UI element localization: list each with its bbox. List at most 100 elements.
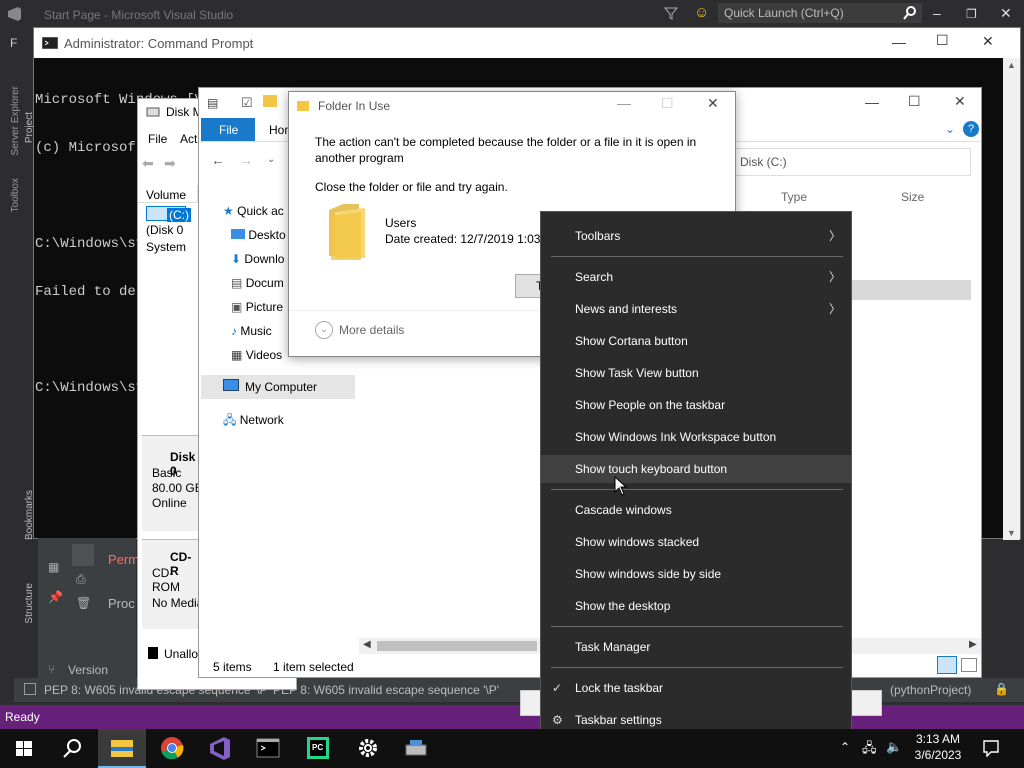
chevron-down-icon[interactable]: ⌄ [315, 321, 333, 339]
print-icon[interactable]: ⎙ [76, 572, 86, 587]
more-details-link[interactable]: More details [339, 323, 404, 337]
ribbon-tab-file[interactable]: File [201, 118, 255, 141]
recent-locations-chevron-icon[interactable]: ⌄ [267, 154, 275, 165]
pycharm-structure-tab[interactable]: Structure [24, 583, 35, 624]
file-explorer-icon[interactable] [98, 729, 146, 768]
help-icon[interactable]: ? [963, 121, 979, 137]
network-icon[interactable]: 🖧 [862, 739, 877, 761]
toolbox-tab[interactable]: Toolbox [10, 178, 21, 212]
nav-documents[interactable]: ▤ Docum [231, 276, 284, 290]
search-icon[interactable] [903, 6, 917, 20]
properties-check-icon[interactable]: ☑ [241, 95, 253, 111]
menu-item-task-manager[interactable]: Task Manager [541, 633, 851, 661]
feedback-smile-icon[interactable]: ☺ [694, 4, 709, 21]
ribbon-expand-chevron-icon[interactable]: ⌄ [945, 122, 955, 136]
scroll-right-icon[interactable]: ▶ [969, 639, 977, 650]
menu-item-lock-taskbar[interactable]: ✓ Lock the taskbar [541, 674, 851, 702]
scroll-up-icon[interactable]: ▲ [1007, 60, 1016, 70]
scroll-thumb[interactable] [377, 641, 537, 651]
volume-row-c[interactable]: (C:) [146, 206, 191, 222]
cmd-maximize-button[interactable]: ☐ [936, 32, 949, 49]
nav-downloads[interactable]: ⬇ Downlo [231, 252, 284, 266]
menu-item-show-touch-keyboard[interactable]: Show touch keyboard button [541, 455, 851, 483]
volume-icon[interactable]: 🔈 [886, 739, 902, 755]
nav-music[interactable]: ♪ Music [231, 324, 272, 338]
dialog-close-button[interactable]: ✕ [707, 95, 719, 112]
dm-menu-file[interactable]: File [148, 132, 167, 146]
start-button[interactable] [0, 729, 48, 768]
chrome-icon[interactable] [148, 729, 196, 768]
dialog-minimize-button[interactable]: — [617, 95, 631, 111]
large-icons-view-icon[interactable] [961, 658, 977, 672]
menu-item-toolbars[interactable]: Toolbars 〉 [541, 222, 851, 250]
details-view-icon[interactable] [937, 656, 957, 674]
nav-my-computer[interactable]: My Computer [201, 375, 355, 399]
menu-item-show-cortana-button[interactable]: Show Cortana button [541, 327, 851, 355]
nav-videos[interactable]: ▦ Videos [231, 348, 282, 362]
lock-icon[interactable]: 🔒 [994, 682, 1009, 696]
dialog-maximize-button[interactable]: ☐ [661, 95, 674, 112]
cmd-close-button[interactable]: ✕ [982, 33, 994, 50]
vs-menu-stub[interactable]: F [10, 36, 17, 50]
nav-desktop[interactable]: Deskto [231, 228, 286, 242]
python-interpreter[interactable]: (pythonProject) [890, 683, 971, 697]
back-arrow-icon[interactable]: ⬅ [142, 155, 154, 172]
nav-pictures[interactable]: ▣ Picture [231, 300, 283, 314]
explorer-minimize-button[interactable]: — [865, 94, 879, 110]
pycharm-icon[interactable]: PC [294, 729, 342, 768]
volume-row-disk0[interactable]: (Disk 0 [146, 223, 183, 237]
nav-forward-icon[interactable]: → [239, 152, 253, 168]
vs-restore-button[interactable]: ❐ [966, 7, 977, 21]
address-bar[interactable]: Disk (C:) [735, 148, 971, 176]
layout-icon[interactable]: ▦ [48, 560, 59, 574]
dm-menu-action[interactable]: Acti [180, 132, 200, 146]
nav-back-icon[interactable]: ← [211, 152, 225, 168]
quick-launch-input[interactable]: Quick Launch (Ctrl+Q) [718, 3, 922, 23]
server-explorer-tab[interactable]: Server Explorer [10, 86, 21, 155]
scroll-left-icon[interactable]: ◀ [363, 639, 371, 650]
command-prompt-icon[interactable] [244, 729, 292, 768]
cdrom-info[interactable]: CD-R CD-ROM No Media [142, 539, 203, 629]
explorer-qat-icon[interactable]: ▤ [207, 96, 218, 110]
menu-item-show-windows-stacked[interactable]: Show windows stacked [541, 528, 851, 556]
vs-close-button[interactable]: ✕ [1000, 5, 1012, 22]
visual-studio-icon[interactable] [196, 729, 244, 768]
cmd-scrollbar[interactable]: ▲ ▼ [1003, 58, 1020, 540]
trash-icon[interactable]: 🗑 [76, 596, 91, 610]
users-folder-icon [329, 204, 365, 260]
scroll-down-icon[interactable]: ▼ [1007, 528, 1016, 538]
explorer-close-button[interactable]: ✕ [954, 93, 966, 110]
scroll-to-end-icon[interactable] [72, 544, 94, 566]
submenu-arrow-icon: 〉 [828, 302, 841, 316]
nav-network[interactable]: 🖧 Network [223, 411, 284, 432]
settings-icon[interactable] [344, 729, 392, 768]
menu-item-show-people[interactable]: Show People on the taskbar [541, 391, 851, 419]
disk0-info[interactable]: Disk 0 Basic 80.00 GB Online [142, 435, 203, 531]
taskbar-clock[interactable]: 3:13 AM 3/6/2023 [906, 731, 970, 763]
volume-row-system[interactable]: System [146, 240, 186, 254]
menu-item-show-windows-side-by-side[interactable]: Show windows side by side [541, 560, 851, 588]
status-toggle-icon[interactable] [24, 683, 36, 695]
column-type[interactable]: Type [781, 190, 807, 204]
menu-item-cascade-windows[interactable]: Cascade windows [541, 496, 851, 524]
forward-arrow-icon[interactable]: ➡ [164, 155, 176, 172]
dm-column-volume[interactable]: Volume [138, 185, 198, 203]
menu-item-news-and-interests[interactable]: News and interests 〉 [541, 295, 851, 323]
action-center-icon[interactable] [982, 739, 1000, 757]
menu-item-search[interactable]: Search 〉 [541, 263, 851, 291]
menu-item-show-desktop[interactable]: Show the desktop [541, 592, 851, 620]
menu-item-show-task-view-button[interactable]: Show Task View button [541, 359, 851, 387]
explorer-maximize-button[interactable]: ☐ [908, 93, 921, 110]
search-icon[interactable] [48, 729, 96, 768]
column-size[interactable]: Size [901, 190, 924, 204]
version-control-icon[interactable]: ⑂ [48, 662, 55, 676]
cmd-minimize-button[interactable]: — [892, 34, 906, 50]
pin-icon[interactable]: 📌 [48, 590, 63, 604]
new-folder-icon[interactable] [263, 95, 277, 107]
vs-minimize-button[interactable]: – [933, 5, 941, 21]
nav-quick-access[interactable]: ★ Quick ac [223, 204, 284, 218]
menu-item-show-ink-workspace[interactable]: Show Windows Ink Workspace button [541, 423, 851, 451]
filter-icon[interactable] [664, 6, 678, 20]
show-hidden-icons-chevron-icon[interactable]: ⌃ [840, 740, 850, 754]
disk-management-icon[interactable] [392, 729, 440, 768]
